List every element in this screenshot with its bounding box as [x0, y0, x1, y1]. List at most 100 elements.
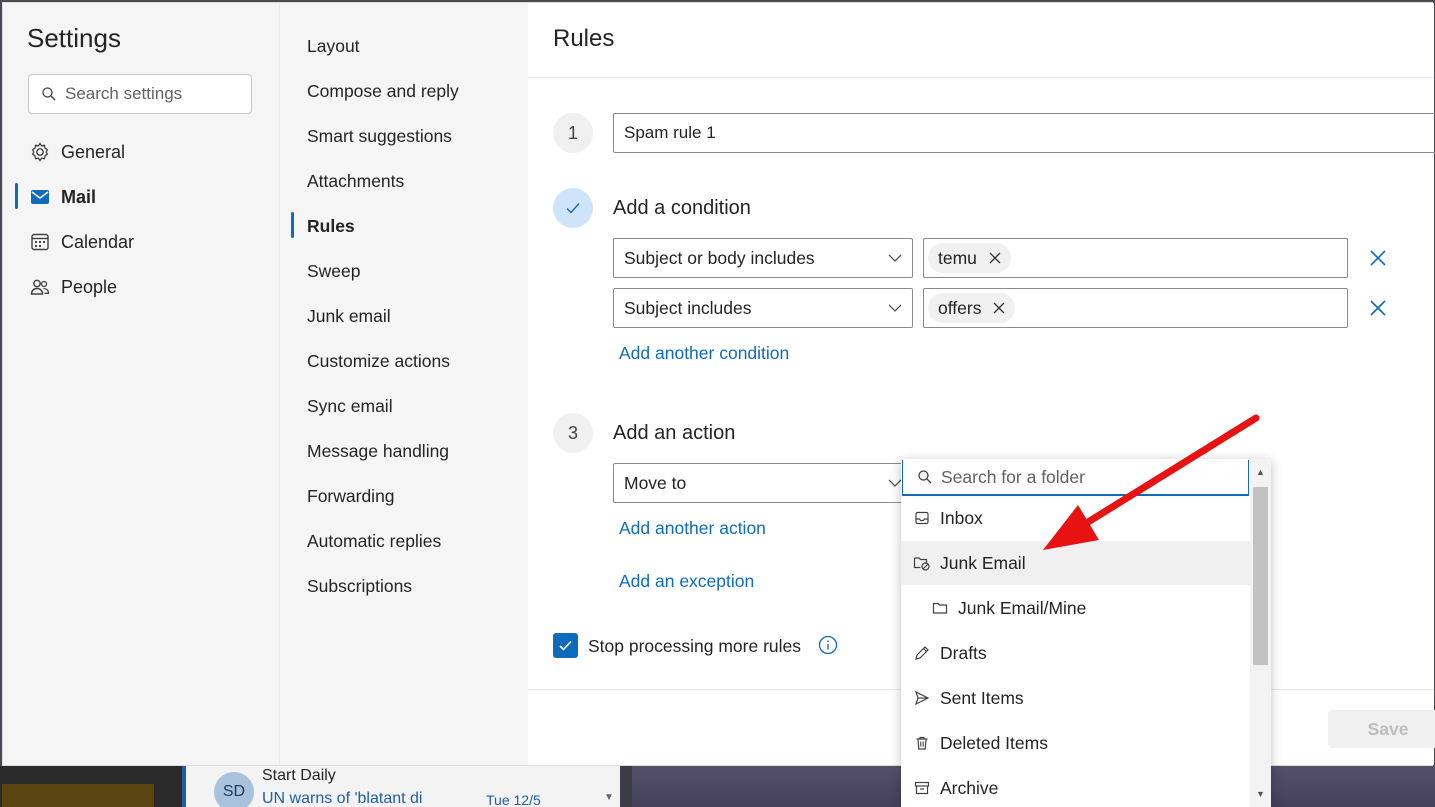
- tag-label: offers: [938, 297, 982, 318]
- scroll-up-icon[interactable]: ▲: [1256, 467, 1265, 477]
- folder-label: Drafts: [940, 642, 987, 663]
- people-icon: [29, 276, 51, 298]
- folder-label: Junk Email/Mine: [958, 597, 1087, 618]
- category-calendar[interactable]: Calendar: [29, 227, 134, 257]
- chevron-down-icon: ▼: [604, 792, 614, 803]
- page-title: Rules: [553, 25, 615, 52]
- condition-2-value-box[interactable]: offers: [923, 288, 1348, 328]
- condition-1-value-box[interactable]: temu: [923, 238, 1348, 278]
- step-3-badge: 3: [553, 413, 593, 453]
- add-exception-link[interactable]: Add an exception: [619, 571, 754, 592]
- keyword-tag: temu: [928, 243, 1011, 273]
- folder-label: Archive: [940, 777, 999, 798]
- message-date: Tue 12/5: [486, 792, 541, 807]
- step-2-title: Add a condition: [613, 197, 751, 219]
- nav-rules[interactable]: Rules: [307, 216, 355, 237]
- nav-message-handling[interactable]: Message handling: [307, 441, 449, 462]
- nav-customize-actions[interactable]: Customize actions: [307, 351, 450, 372]
- category-label: Calendar: [61, 231, 135, 252]
- folder-option-inbox[interactable]: Inbox: [901, 496, 1250, 540]
- junk-folder-icon: [913, 554, 931, 572]
- scroll-down-icon[interactable]: ▼: [1256, 789, 1265, 799]
- search-icon: [42, 87, 56, 101]
- action-type-dropdown[interactable]: Move to: [613, 463, 913, 503]
- step-1-badge: 1: [553, 113, 593, 153]
- search-settings-box[interactable]: [28, 74, 252, 114]
- calendar-icon: [29, 231, 51, 253]
- search-settings-input[interactable]: [65, 84, 235, 104]
- gear-icon: [29, 141, 51, 163]
- folder-search-box[interactable]: [902, 460, 1249, 496]
- archive-icon: [913, 779, 931, 797]
- nav-smart-suggestions[interactable]: Smart suggestions: [307, 126, 452, 147]
- folder-search-input[interactable]: [941, 466, 1241, 488]
- stop-processing-label: Stop processing more rules: [588, 636, 802, 656]
- remove-condition-1-icon[interactable]: [1368, 248, 1388, 268]
- folder-option-junk-email-mine[interactable]: Junk Email/Mine: [901, 586, 1250, 630]
- category-mail[interactable]: Mail: [29, 182, 96, 212]
- checkmark-icon: [559, 640, 572, 651]
- chevron-down-icon: [888, 304, 902, 312]
- folder-option-drafts[interactable]: Drafts: [901, 631, 1250, 675]
- condition-2-type-dropdown[interactable]: Subject includes: [613, 288, 913, 328]
- nav-junk-email[interactable]: Junk email: [307, 306, 391, 327]
- save-button[interactable]: Save: [1328, 710, 1435, 748]
- nav-sweep[interactable]: Sweep: [307, 261, 361, 282]
- background-message-list: SD Start Daily UN warns of 'blatant di T…: [182, 766, 620, 807]
- mail-settings-nav: Layout Compose and reply Smart suggestio…: [279, 3, 528, 765]
- nav-layout[interactable]: Layout: [307, 36, 360, 57]
- folder-option-sent-items[interactable]: Sent Items: [901, 676, 1250, 720]
- remove-tag-icon[interactable]: [993, 302, 1005, 314]
- settings-title: Settings: [27, 23, 121, 53]
- scrollbar-thumb[interactable]: [1253, 487, 1268, 665]
- folder-option-archive[interactable]: Archive: [901, 766, 1250, 807]
- nav-sync-email[interactable]: Sync email: [307, 396, 393, 417]
- settings-category-nav: Settings General Mail Calendar: [3, 3, 279, 765]
- background-banner: [2, 784, 154, 807]
- category-general[interactable]: General: [29, 137, 125, 167]
- checkmark-icon: [566, 203, 580, 214]
- dropdown-value: Subject or body includes: [624, 247, 815, 268]
- search-icon: [918, 470, 932, 484]
- dropdown-value: Move to: [624, 472, 687, 493]
- folder-picker-dropdown: Inbox Junk Email Junk Email/Mine Drafts …: [901, 459, 1271, 807]
- nav-forwarding[interactable]: Forwarding: [307, 486, 395, 507]
- category-people[interactable]: People: [29, 272, 117, 302]
- inbox-icon: [913, 509, 931, 527]
- folder-label: Junk Email: [940, 552, 1026, 573]
- nav-subscriptions[interactable]: Subscriptions: [307, 576, 412, 597]
- rule-name-input[interactable]: Spam rule 1: [613, 113, 1435, 153]
- send-icon: [913, 689, 931, 707]
- step-2-complete-badge: [553, 188, 593, 228]
- add-another-condition-link[interactable]: Add another condition: [619, 343, 789, 364]
- stop-processing-checkbox[interactable]: [553, 633, 578, 658]
- add-another-action-link[interactable]: Add another action: [619, 518, 766, 539]
- folder-option-deleted-items[interactable]: Deleted Items: [901, 721, 1250, 765]
- condition-1-type-dropdown[interactable]: Subject or body includes: [613, 238, 913, 278]
- folder-label: Sent Items: [940, 687, 1024, 708]
- message-sender: Start Daily: [262, 767, 336, 784]
- remove-tag-icon[interactable]: [989, 252, 1001, 264]
- header-divider: [528, 77, 1434, 78]
- trash-icon: [913, 734, 931, 752]
- folder-icon: [931, 599, 949, 617]
- remove-condition-2-icon[interactable]: [1368, 298, 1388, 318]
- background-folder-pane: [0, 766, 182, 807]
- folder-label: Inbox: [940, 507, 983, 528]
- info-icon[interactable]: [818, 635, 838, 655]
- category-label: General: [61, 141, 126, 162]
- step-3-title: Add an action: [613, 422, 736, 444]
- dropdown-value: Subject includes: [624, 297, 752, 318]
- category-label: People: [61, 276, 118, 297]
- nav-compose-and-reply[interactable]: Compose and reply: [307, 81, 459, 102]
- nav-attachments[interactable]: Attachments: [307, 171, 404, 192]
- nav-automatic-replies[interactable]: Automatic replies: [307, 531, 441, 552]
- category-label: Mail: [61, 186, 97, 207]
- tag-label: temu: [938, 247, 977, 268]
- mail-icon: [29, 186, 51, 208]
- folder-option-junk-email[interactable]: Junk Email: [901, 541, 1250, 585]
- folder-label: Deleted Items: [940, 732, 1048, 753]
- keyword-tag: offers: [928, 293, 1016, 323]
- chevron-down-icon: [888, 254, 902, 262]
- message-subject: UN warns of 'blatant di: [262, 790, 423, 807]
